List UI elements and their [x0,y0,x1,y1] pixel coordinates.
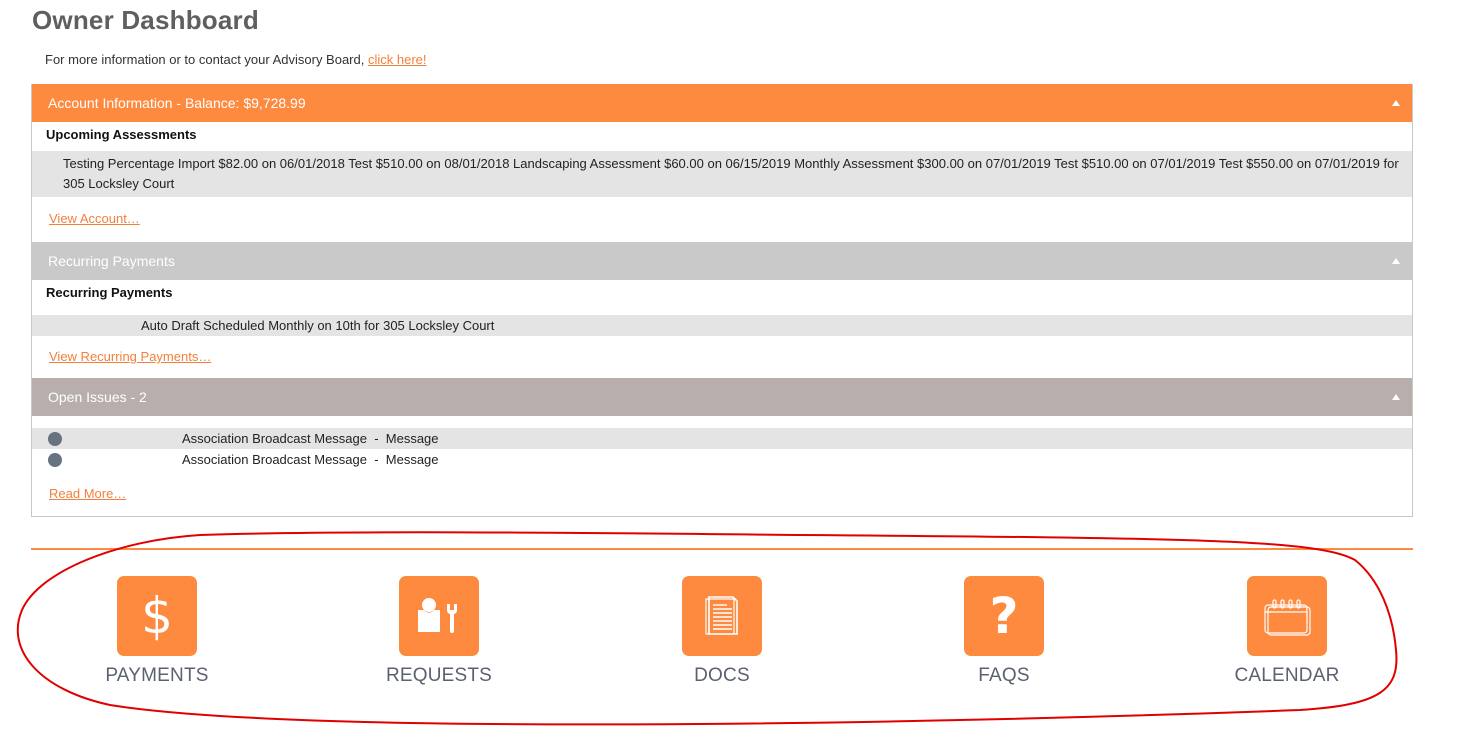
recurring-payments-header[interactable]: Recurring Payments [32,242,1412,280]
recurring-payments-title: Recurring Payments [48,253,175,269]
dashboard-panels: Account Information - Balance: $9,728.99… [31,84,1413,517]
faqs-tile[interactable]: ? FAQS [904,576,1104,687]
collapse-caret-icon[interactable] [1392,258,1400,264]
view-account-link[interactable]: View Account… [32,197,1412,242]
collapse-caret-icon[interactable] [1392,394,1400,400]
upcoming-assessments-title: Upcoming Assessments [46,127,197,142]
issue-text: Association Broadcast Message - Message [182,431,439,446]
docs-tile[interactable]: DOCS [622,576,822,687]
view-recurring-payments-link[interactable]: View Recurring Payments… [32,336,1412,378]
section-divider [31,548,1413,550]
calendar-tile[interactable]: CALENDAR [1187,576,1387,687]
open-issues-header[interactable]: Open Issues - 2 [32,378,1412,416]
dollar-icon: $ [141,587,173,645]
account-information-header[interactable]: Account Information - Balance: $9,728.99 [32,84,1412,122]
document-icon [705,596,738,635]
account-information-title: Account Information - Balance: $9,728.99 [48,95,306,111]
issue-row[interactable]: Association Broadcast Message - Message [32,428,1412,449]
requests-label[interactable]: REQUESTS [339,665,539,687]
calendar-label[interactable]: CALENDAR [1187,665,1387,687]
open-issues-title: Open Issues - 2 [48,389,147,405]
docs-tile-box[interactable] [682,576,762,656]
payments-tile[interactable]: $ PAYMENTS [57,576,257,687]
dot-icon [48,452,62,467]
payments-label[interactable]: PAYMENTS [57,665,257,687]
requests-tile-box[interactable] [399,576,479,656]
advisory-board-link[interactable]: click here! [368,52,427,67]
recurring-payments-subtitle: Recurring Payments [46,285,173,300]
calendar-tile-box[interactable] [1247,576,1327,656]
quick-links: $ PAYMENTS REQUESTS DOCS ? FAQS CALENDAR [0,576,1479,696]
intro-text: For more information or to contact your … [45,52,368,67]
issue-text: Association Broadcast Message - Message [182,452,439,467]
docs-label[interactable]: DOCS [622,665,822,687]
recurring-payment-row: Auto Draft Scheduled Monthly on 10th for… [32,315,1412,336]
calendar-icon [1264,599,1311,636]
collapse-caret-icon[interactable] [1392,100,1400,106]
page-title: Owner Dashboard [32,5,259,35]
issue-row[interactable]: Association Broadcast Message - Message [32,449,1412,470]
dot-icon [48,431,62,446]
maintenance-request-icon [418,598,458,633]
read-more-link[interactable]: Read More… [32,470,1412,516]
payments-tile-box[interactable]: $ [117,576,197,656]
faqs-label[interactable]: FAQS [904,665,1104,687]
advisory-board-intro: For more information or to contact your … [45,52,427,67]
faqs-tile-box[interactable]: ? [964,576,1044,656]
upcoming-assessments-row: Testing Percentage Import $82.00 on 06/0… [32,151,1412,197]
requests-tile[interactable]: REQUESTS [339,576,539,687]
question-icon: ? [989,587,1019,645]
